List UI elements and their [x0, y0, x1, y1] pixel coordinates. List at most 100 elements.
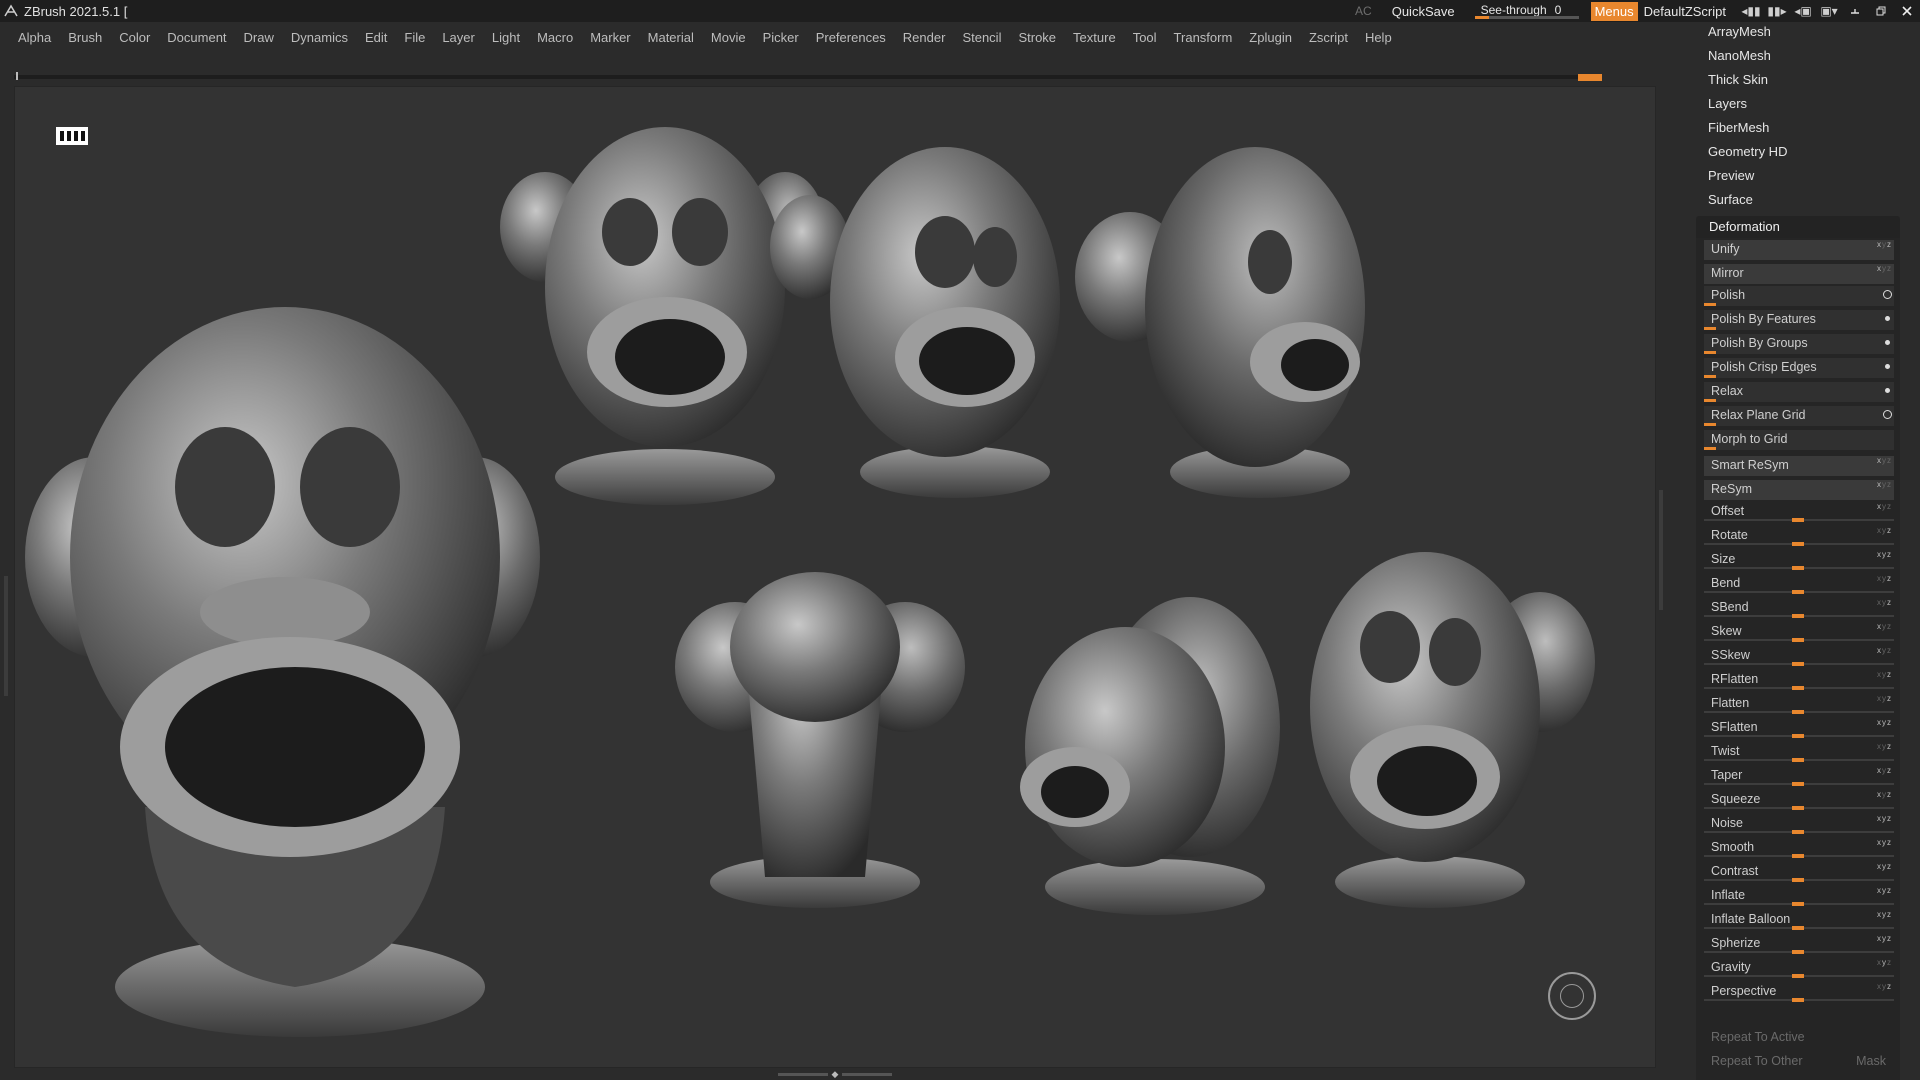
top-shelf-track[interactable]	[14, 75, 1602, 79]
menu-movie[interactable]: Movie	[711, 30, 746, 45]
sbend-slider[interactable]: SBend xyz	[1704, 598, 1894, 618]
menu-brush[interactable]: Brush	[68, 30, 102, 45]
resym-axis-icon[interactable]: xyz	[1877, 480, 1892, 489]
twist-slider[interactable]: Twist xyz	[1704, 742, 1894, 762]
minimize-icon[interactable]	[1842, 0, 1868, 22]
size-axis-icon[interactable]: xyz	[1877, 550, 1892, 559]
taper-slider[interactable]: Taper xyz	[1704, 766, 1894, 786]
inflate-balloon-slider[interactable]: Inflate Balloon xyz	[1704, 910, 1894, 930]
inflate-axis-icon[interactable]: xyz	[1877, 886, 1892, 895]
menu-layer[interactable]: Layer	[442, 30, 475, 45]
perspective-slider[interactable]: Perspective xyz	[1704, 982, 1894, 1002]
sflatten-slider[interactable]: SFlatten xyz	[1704, 718, 1894, 738]
unify-axis-icon[interactable]: xyz	[1877, 240, 1892, 249]
unify-button[interactable]: Unify xyz	[1704, 240, 1894, 260]
sflatten-axis-icon[interactable]: xyz	[1877, 718, 1892, 727]
sbend-axis-icon[interactable]: xyz	[1877, 598, 1892, 607]
see-through-slider[interactable]: See-through 0	[1474, 2, 1579, 20]
gravity-axis-icon[interactable]: xyz	[1877, 958, 1892, 967]
relax-plane-grid-ring-icon[interactable]	[1883, 410, 1892, 419]
rotate-axis-icon[interactable]: xyz	[1877, 526, 1892, 535]
size-slider[interactable]: Size xyz	[1704, 550, 1894, 570]
rflatten-slider[interactable]: RFlatten xyz	[1704, 670, 1894, 690]
inflate-balloon-axis-icon[interactable]: xyz	[1877, 910, 1892, 919]
ac-button[interactable]: AC	[1355, 4, 1372, 18]
menu-picker[interactable]: Picker	[763, 30, 799, 45]
bend-slider[interactable]: Bend xyz	[1704, 574, 1894, 594]
rotate-gizmo-icon[interactable]	[1548, 972, 1596, 1020]
repeat-to-other-button[interactable]: Repeat To Other Mask	[1704, 1052, 1894, 1072]
restore-icon[interactable]	[1868, 0, 1894, 22]
polish-by-features-dot-icon[interactable]	[1885, 316, 1890, 321]
menu-transform[interactable]: Transform	[1174, 30, 1233, 45]
right-tray-handle[interactable]	[1659, 490, 1663, 610]
noise-axis-icon[interactable]: xyz	[1877, 814, 1892, 823]
spherize-axis-icon[interactable]: xyz	[1877, 934, 1892, 943]
menu-zplugin[interactable]: Zplugin	[1249, 30, 1292, 45]
polish-ring-icon[interactable]	[1883, 290, 1892, 299]
flatten-slider[interactable]: Flatten xyz	[1704, 694, 1894, 714]
menu-file[interactable]: File	[404, 30, 425, 45]
sskew-axis-icon[interactable]: xyz	[1877, 646, 1892, 655]
subpalette-surface[interactable]: Surface	[1708, 192, 1753, 207]
polish-by-groups-dot-icon[interactable]	[1885, 340, 1890, 345]
smooth-slider[interactable]: Smooth xyz	[1704, 838, 1894, 858]
menu-draw[interactable]: Draw	[244, 30, 274, 45]
subpalette-preview[interactable]: Preview	[1708, 168, 1754, 183]
inflate-slider[interactable]: Inflate xyz	[1704, 886, 1894, 906]
skew-slider[interactable]: Skew xyz	[1704, 622, 1894, 642]
relax-plane-grid-slider[interactable]: Relax Plane Grid	[1704, 406, 1894, 426]
smart-resym-axis-icon[interactable]: xyz	[1877, 456, 1892, 465]
mask-toggle[interactable]: Mask	[1856, 1054, 1886, 1068]
menu-material[interactable]: Material	[648, 30, 694, 45]
menu-stencil[interactable]: Stencil	[962, 30, 1001, 45]
menu-render[interactable]: Render	[903, 30, 946, 45]
rotate-slider[interactable]: Rotate xyz	[1704, 526, 1894, 546]
mirror-axis-icon[interactable]: xyz	[1877, 264, 1892, 273]
noise-slider[interactable]: Noise xyz	[1704, 814, 1894, 834]
smart-resym-button[interactable]: Smart ReSym xyz	[1704, 456, 1894, 476]
polish-crisp-edges-slider[interactable]: Polish Crisp Edges	[1704, 358, 1894, 378]
skew-axis-icon[interactable]: xyz	[1877, 622, 1892, 631]
bottom-tray-handle[interactable]: ◆	[770, 1069, 900, 1079]
squeeze-axis-icon[interactable]: xyz	[1877, 790, 1892, 799]
resym-button[interactable]: ReSym xyz	[1704, 480, 1894, 500]
taper-axis-icon[interactable]: xyz	[1877, 766, 1892, 775]
squeeze-slider[interactable]: Squeeze xyz	[1704, 790, 1894, 810]
menu-texture[interactable]: Texture	[1073, 30, 1116, 45]
menu-color[interactable]: Color	[119, 30, 150, 45]
default-zscript-button[interactable]: DefaultZScript	[1644, 4, 1726, 19]
rflatten-axis-icon[interactable]: xyz	[1877, 670, 1892, 679]
polish-by-features-slider[interactable]: Polish By Features	[1704, 310, 1894, 330]
relax-dot-icon[interactable]	[1885, 388, 1890, 393]
menu-dynamics[interactable]: Dynamics	[291, 30, 348, 45]
menu-alpha[interactable]: Alpha	[18, 30, 51, 45]
morph-to-grid-slider[interactable]: Morph to Grid	[1704, 430, 1894, 450]
relax-slider[interactable]: Relax	[1704, 382, 1894, 402]
menus-toggle[interactable]: Menus	[1590, 1, 1638, 21]
menu-marker[interactable]: Marker	[590, 30, 630, 45]
gravity-slider[interactable]: Gravity xyz	[1704, 958, 1894, 978]
offset-slider[interactable]: Offset xyz	[1704, 502, 1894, 522]
quicksave-button[interactable]: QuickSave	[1392, 4, 1455, 19]
dock-icon[interactable]: ▣▾	[1816, 0, 1842, 22]
menu-document[interactable]: Document	[167, 30, 226, 45]
menu-help[interactable]: Help	[1365, 30, 1392, 45]
perspective-axis-icon[interactable]: xyz	[1877, 982, 1892, 991]
spherize-slider[interactable]: Spherize xyz	[1704, 934, 1894, 954]
layout-right-icon[interactable]: ▮▮▸	[1764, 0, 1790, 22]
contrast-axis-icon[interactable]: xyz	[1877, 862, 1892, 871]
palette-icon[interactable]: ◂▣	[1790, 0, 1816, 22]
twist-axis-icon[interactable]: xyz	[1877, 742, 1892, 751]
contrast-slider[interactable]: Contrast xyz	[1704, 862, 1894, 882]
repeat-to-active-button[interactable]: Repeat To Active	[1704, 1028, 1894, 1048]
bend-axis-icon[interactable]: xyz	[1877, 574, 1892, 583]
offset-axis-icon[interactable]: xyz	[1877, 502, 1892, 511]
sskew-slider[interactable]: SSkew xyz	[1704, 646, 1894, 666]
smooth-axis-icon[interactable]: xyz	[1877, 838, 1892, 847]
subpalette-layers[interactable]: Layers	[1708, 96, 1747, 111]
left-tray-handle[interactable]	[4, 576, 8, 696]
polish-crisp-edges-dot-icon[interactable]	[1885, 364, 1890, 369]
menu-preferences[interactable]: Preferences	[816, 30, 886, 45]
subpalette-fibermesh[interactable]: FiberMesh	[1708, 120, 1769, 135]
